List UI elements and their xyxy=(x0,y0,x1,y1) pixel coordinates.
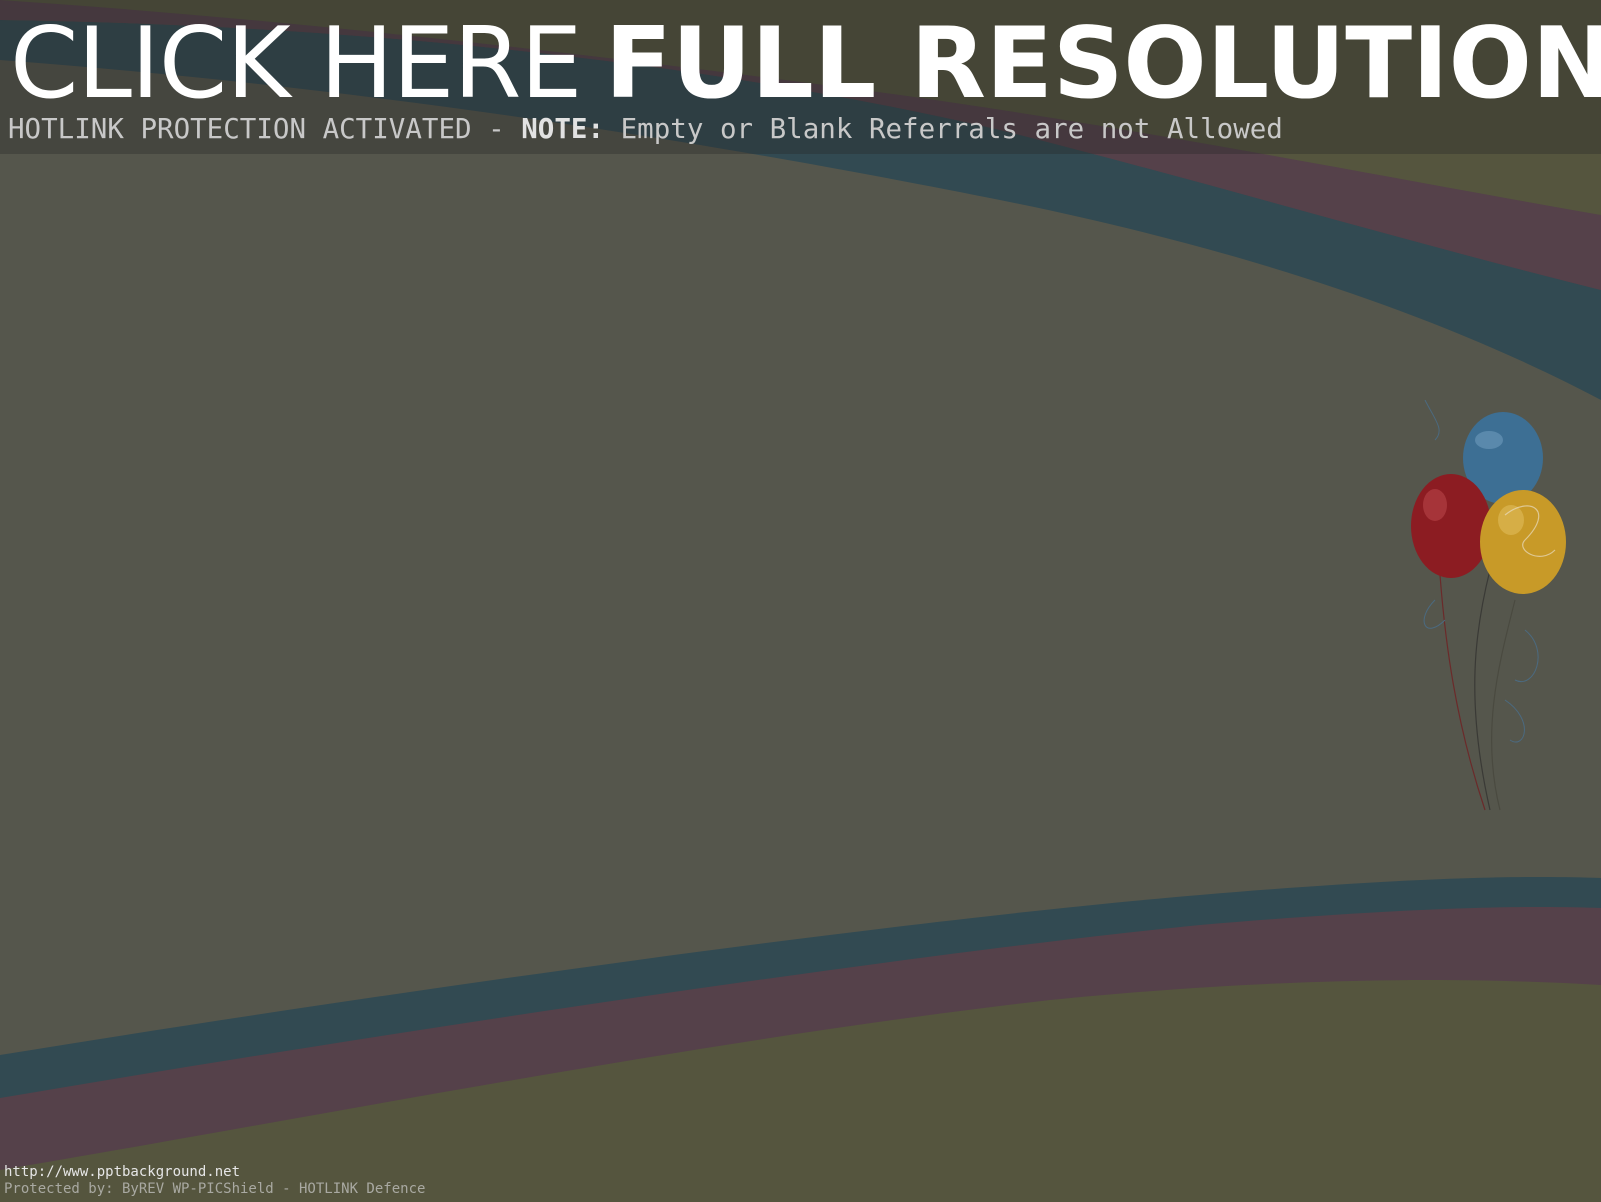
red-balloon xyxy=(1411,474,1491,578)
banner-headline[interactable]: CLICK HERE FULL RESOLUTION xyxy=(10,12,1601,117)
footer-protected-by: Protected by: ByREV WP-PICShield - HOTLI… xyxy=(4,1181,426,1197)
notice-text: HOTLINK PROTECTION ACTIVATED - xyxy=(8,113,522,145)
notice-strong: NOTE: xyxy=(521,113,605,145)
footer-credits: http://www.pptbackground.net Protected b… xyxy=(4,1164,425,1198)
balloons-illustration xyxy=(1411,400,1566,811)
hotlink-banner[interactable]: CLICK HERE FULL RESOLUTION HOTLINK PROTE… xyxy=(0,0,1601,154)
headline-click-here[interactable]: CLICK HERE xyxy=(10,7,582,121)
background-waves xyxy=(0,0,1601,1202)
headline-full-resolution[interactable]: FULL RESOLUTION xyxy=(605,7,1601,121)
notice-tail: Empty or Blank Referrals are not Allowed xyxy=(604,113,1283,145)
footer-url[interactable]: http://www.pptbackground.net xyxy=(4,1164,425,1181)
hotlink-notice: HOTLINK PROTECTION ACTIVATED - NOTE: Emp… xyxy=(8,112,1283,146)
hotlink-protected-image[interactable]: CLICK HERE FULL RESOLUTION HOTLINK PROTE… xyxy=(0,0,1601,1202)
